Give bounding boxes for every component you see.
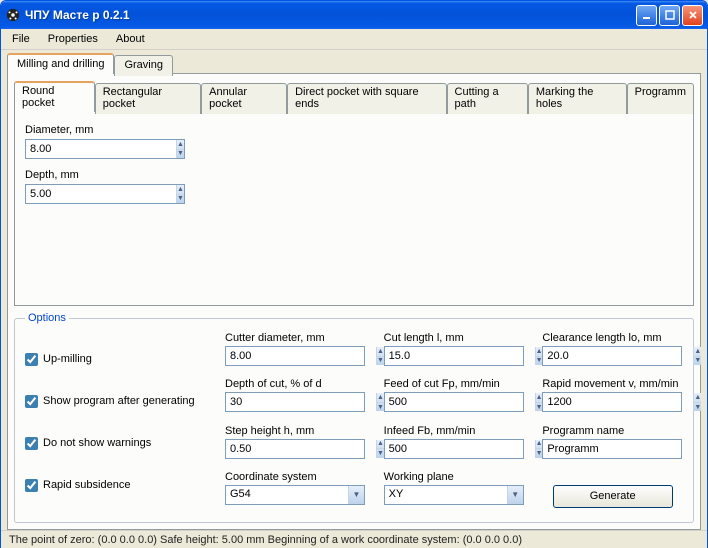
diameter-label: Diameter, mm [25, 124, 683, 136]
tab-graving[interactable]: Graving [114, 55, 173, 76]
depth-spin-arrows[interactable]: ▲▼ [176, 185, 184, 203]
diameter-input[interactable] [26, 140, 176, 158]
cut-length-input[interactable] [385, 347, 535, 365]
generate-button[interactable]: Generate [553, 485, 673, 508]
up-milling-label: Up-milling [43, 353, 92, 365]
depth-spinner[interactable]: ▲▼ [25, 184, 185, 204]
maximize-button[interactable] [659, 5, 680, 26]
close-button[interactable] [682, 5, 703, 26]
status-text: The point of zero: (0.0 0.0 0.0) Safe he… [9, 534, 522, 546]
chevron-down-icon: ▼ [348, 486, 364, 504]
program-name-label: Programm name [542, 425, 683, 437]
rapid-v-label: Rapid movement v, mm/min [542, 378, 683, 390]
no-warnings-label: Do not show warnings [43, 437, 151, 449]
tab-cutting-path[interactable]: Cutting a path [447, 83, 528, 114]
coord-system-combo[interactable]: G54 ▼ [225, 485, 365, 505]
depth-of-cut-label: Depth of cut, % of d [225, 378, 366, 390]
coord-system-value: G54 [226, 486, 348, 504]
chevron-down-icon: ▼ [507, 486, 523, 504]
milling-tab-page: Round pocket Rectangular pocket Annular … [7, 73, 701, 530]
options-group: Options Up-milling Show program after ge… [14, 312, 694, 523]
tab-rectangular-pocket[interactable]: Rectangular pocket [95, 83, 201, 114]
cutter-diameter-input[interactable] [226, 347, 376, 365]
depth-of-cut-input[interactable] [226, 393, 376, 411]
options-legend: Options [25, 312, 69, 324]
app-icon [5, 7, 21, 23]
step-height-input[interactable] [226, 440, 376, 458]
clearance-length-input[interactable] [543, 347, 693, 365]
clearance-length-label: Clearance length lo, mm [542, 332, 683, 344]
tab-marking-holes[interactable]: Marking the holes [528, 83, 627, 114]
tab-direct-pocket[interactable]: Direct pocket with square ends [287, 83, 446, 114]
inner-tab-strip: Round pocket Rectangular pocket Annular … [14, 81, 694, 112]
status-bar: The point of zero: (0.0 0.0 0.0) Safe he… [1, 530, 707, 548]
depth-label: Depth, mm [25, 169, 683, 181]
clearance-length-spinner[interactable]: ▲▼ [542, 346, 682, 366]
menu-bar: File Properties About [1, 29, 707, 50]
tab-milling-drilling[interactable]: Milling and drilling [7, 53, 114, 74]
working-plane-value: XY [385, 486, 507, 504]
up-milling-checkbox[interactable] [25, 353, 38, 366]
minimize-button[interactable] [636, 5, 657, 26]
cutter-diameter-spinner[interactable]: ▲▼ [225, 346, 365, 366]
feed-fp-spinner[interactable]: ▲▼ [384, 392, 524, 412]
depth-of-cut-spinner[interactable]: ▲▼ [225, 392, 365, 412]
cut-length-spinner[interactable]: ▲▼ [384, 346, 524, 366]
feed-fp-input[interactable] [385, 393, 535, 411]
menu-properties[interactable]: Properties [41, 31, 105, 47]
rapid-v-spinner[interactable]: ▲▼ [542, 392, 682, 412]
infeed-fb-spinner[interactable]: ▲▼ [384, 439, 524, 459]
no-warnings-checkbox[interactable] [25, 437, 38, 450]
feed-fp-label: Feed of cut Fp, mm/min [384, 378, 525, 390]
tab-annular-pocket[interactable]: Annular pocket [201, 83, 287, 114]
title-bar: ЧПУ Масте р 0.2.1 [1, 1, 707, 29]
check-show-program[interactable]: Show program after generating [25, 395, 215, 408]
rapid-v-input[interactable] [543, 393, 693, 411]
parameter-grid: Cutter diameter, mm ▲▼ Cut length l, mm … [225, 332, 683, 512]
show-program-checkbox[interactable] [25, 395, 38, 408]
window-title: ЧПУ Масте р 0.2.1 [25, 8, 636, 22]
coord-system-label: Coordinate system [225, 471, 366, 483]
step-height-label: Step height h, mm [225, 425, 366, 437]
diameter-spinner[interactable]: ▲▼ [25, 139, 185, 159]
menu-about[interactable]: About [109, 31, 152, 47]
top-tab-strip: Milling and drilling Graving [7, 53, 701, 74]
check-rapid-subsidence[interactable]: Rapid subsidence [25, 479, 215, 492]
check-up-milling[interactable]: Up-milling [25, 353, 215, 366]
cut-length-label: Cut length l, mm [384, 332, 525, 344]
infeed-fb-label: Infeed Fb, mm/min [384, 425, 525, 437]
depth-input[interactable] [26, 185, 176, 203]
round-pocket-page: Diameter, mm ▲▼ Depth, mm ▲▼ [14, 111, 694, 306]
checkbox-column: Up-milling Show program after generating… [25, 332, 215, 512]
infeed-fb-input[interactable] [385, 440, 535, 458]
working-plane-combo[interactable]: XY ▼ [384, 485, 524, 505]
diameter-spin-arrows[interactable]: ▲▼ [176, 140, 184, 158]
step-height-spinner[interactable]: ▲▼ [225, 439, 365, 459]
client-area: Milling and drilling Graving Round pocke… [1, 50, 707, 530]
rapid-subsidence-label: Rapid subsidence [43, 479, 130, 491]
tab-programm[interactable]: Programm [627, 83, 694, 114]
program-name-input[interactable] [542, 439, 682, 459]
menu-file[interactable]: File [5, 31, 37, 47]
rapid-subsidence-checkbox[interactable] [25, 479, 38, 492]
tab-round-pocket[interactable]: Round pocket [14, 81, 95, 112]
show-program-label: Show program after generating [43, 395, 195, 407]
working-plane-label: Working plane [384, 471, 525, 483]
cutter-diameter-label: Cutter diameter, mm [225, 332, 366, 344]
check-no-warnings[interactable]: Do not show warnings [25, 437, 215, 450]
